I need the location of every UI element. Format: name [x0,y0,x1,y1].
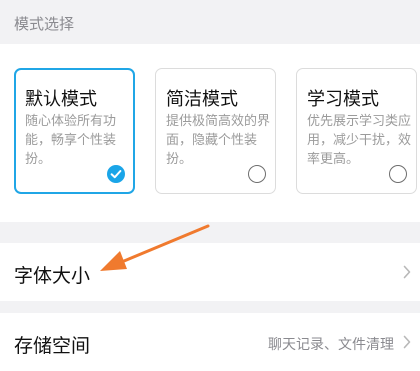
mode-section-header: 模式选择 [0,0,420,44]
mode-card-study-title: 学习模式 [307,89,379,110]
storage-value: 聊天记录、文件清理 [268,337,394,353]
mode-card-default-title: 默认模式 [25,89,97,110]
mode-card-study-description: 优先展示学习类应用，减少干扰，效率更高。 [307,114,412,167]
mode-selection-panel: 默认模式 随心体验所有功能，畅享个性装扮。 简洁模式 提供极简高效的界面，隐藏个… [0,44,420,222]
settings-row-storage[interactable]: 存储空间 聊天记录、文件清理 [0,313,420,371]
mode-card-simple-description: 提供极简高效的界面，隐藏个性装扮。 [166,114,271,167]
chevron-right-icon [403,265,411,279]
mode-card-default-description: 随心体验所有功能，畅享个性装扮。 [25,114,117,167]
mode-card-study[interactable]: 学习模式 优先展示学习类应用，减少干扰，效率更高。 [296,68,417,194]
mode-card-simple[interactable]: 简洁模式 提供极简高效的界面，隐藏个性装扮。 [155,68,276,194]
check-icon[interactable] [107,165,125,183]
mode-card-default[interactable]: 默认模式 随心体验所有功能，畅享个性装扮。 [14,68,135,194]
font-size-label: 字体大小 [14,265,91,287]
radio-empty-icon[interactable] [248,165,266,183]
mode-card-simple-title: 简洁模式 [166,89,238,110]
radio-empty-icon[interactable] [389,165,407,183]
settings-row-font-size[interactable]: 字体大小 [0,243,420,301]
storage-label: 存储空间 [14,335,91,357]
chevron-right-icon [403,335,411,349]
mode-section-title: 模式选择 [14,15,75,33]
